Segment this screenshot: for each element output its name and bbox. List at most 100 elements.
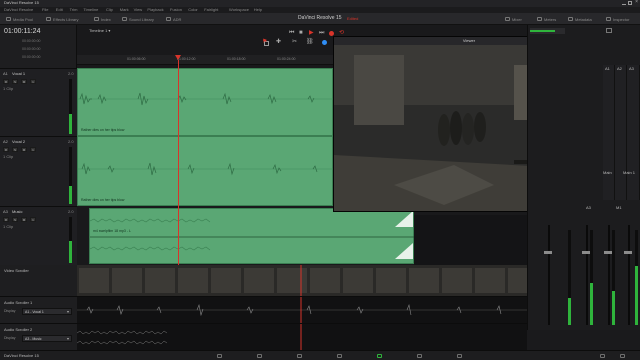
track-name[interactable]: Vocal 1 — [12, 72, 25, 76]
flag-icon[interactable]: ⚑ — [262, 39, 267, 45]
fader-a2[interactable] — [582, 251, 590, 254]
deliver-page-icon[interactable] — [457, 354, 462, 358]
mixer-settings-icon[interactable] — [606, 28, 612, 33]
stop-icon[interactable]: ■ — [299, 30, 303, 36]
menu-item[interactable]: Fusion — [170, 8, 182, 12]
fader-a1[interactable] — [544, 251, 552, 254]
timeline-name-dropdown[interactable]: Timeline 1 ▾ — [89, 29, 110, 33]
settings-icon[interactable] — [620, 354, 625, 358]
mute-button[interactable]: M — [21, 79, 27, 84]
timeline-ruler[interactable]: 01:00:06:00 01:00:12:00 01:00:18:00 01:0… — [77, 55, 333, 65]
page-navigation: DaVinci Resolve 15 — [0, 350, 640, 360]
channel-button[interactable]: 1 — [30, 217, 36, 222]
marker-icon[interactable]: ✚ — [276, 39, 281, 45]
ruler-tick: 01:00:24:00 — [277, 57, 296, 61]
top-toolbar: Media Pool Effects Library Index Sound L… — [0, 13, 640, 25]
snap-toggle-icon[interactable] — [322, 40, 327, 45]
channel-button[interactable]: 1 — [30, 79, 36, 84]
audio-scroller-2-select[interactable]: A3 - Music ▾ — [22, 335, 72, 342]
fader-a3[interactable] — [604, 251, 612, 254]
menu-item[interactable]: Edit — [56, 8, 63, 12]
timecode-row: 00:00:00:00 — [22, 39, 41, 43]
menu-item[interactable]: Trim — [70, 8, 78, 12]
menu-item[interactable]: Timeline — [83, 8, 98, 12]
mixer-column-a3: A3 — [627, 65, 640, 200]
rewind-icon[interactable]: ⏮ — [289, 30, 294, 36]
meters-button[interactable]: Meters — [537, 16, 556, 22]
chevron-down-icon: ▾ — [66, 309, 69, 314]
menu-item[interactable]: Clip — [106, 8, 113, 12]
project-status: Edited — [347, 15, 359, 21]
cut-page-icon[interactable] — [257, 354, 262, 358]
audio-scroller-1-select[interactable]: A1 - Vocal 1 ▾ — [22, 308, 72, 315]
close-icon[interactable]: × — [635, 0, 638, 5]
menu-item[interactable]: Help — [254, 8, 262, 12]
inspector-button[interactable]: Inspector — [606, 16, 629, 22]
color-page-icon[interactable] — [417, 354, 422, 358]
effects-library-button[interactable]: Effects Library — [46, 16, 79, 22]
track-header-panel: 01:00:11:24 00:00:00:00 00:00:00:00 00:0… — [0, 25, 77, 265]
menu-item[interactable]: Playback — [147, 8, 163, 12]
timeline-name: Timeline 1 — [89, 28, 108, 33]
fader-bus1[interactable] — [624, 251, 632, 254]
record-arm-button[interactable]: R — [3, 217, 9, 222]
fusion-page-icon[interactable] — [337, 354, 342, 358]
clip-vocal-2[interactable]: Rather dies on her tips blow — [77, 136, 334, 206]
scroller-waveform — [76, 324, 302, 351]
clip-count: 1 Clip — [3, 86, 14, 91]
menu-item[interactable]: View — [134, 8, 143, 12]
solo-button[interactable]: S — [12, 79, 18, 84]
fast-forward-icon[interactable]: ⏭ — [319, 30, 324, 36]
track-name[interactable]: Music — [12, 210, 22, 214]
mute-button[interactable]: M — [21, 147, 27, 152]
solo-button[interactable]: S — [12, 147, 18, 152]
meters-label: Meters — [544, 16, 557, 22]
media-pool-button[interactable]: Media Pool — [6, 16, 33, 22]
menu-item[interactable]: Mark — [120, 8, 129, 12]
record-arm-button[interactable]: R — [3, 79, 9, 84]
home-icon[interactable] — [600, 354, 605, 358]
track-gain: 2.0 — [68, 139, 74, 144]
record-arm-button[interactable]: R — [3, 147, 9, 152]
track-name[interactable]: Vocal 2 — [12, 140, 25, 144]
track-meter — [69, 79, 72, 134]
clip-vocal-1[interactable]: Rather dies on her tips blow — [77, 68, 334, 136]
adr-button[interactable]: ADR — [166, 16, 181, 22]
sound-library-button[interactable]: Sound Library — [122, 16, 154, 22]
menu-item[interactable]: Workspace — [229, 8, 249, 12]
metadata-button[interactable]: Metadata — [568, 16, 592, 22]
track-id: A1 — [3, 71, 8, 76]
track-meter — [69, 217, 72, 263]
play-icon[interactable]: ▶ — [309, 30, 314, 36]
menu-item[interactable]: Fairlight — [204, 8, 218, 12]
track-header-a2[interactable]: A2 Vocal 2 2.0 R S M 1 1 Clip — [0, 136, 77, 206]
level-meter-fill — [612, 290, 615, 325]
track-header-a3[interactable]: A3 Music 2.0 R S M 1 1 Clip — [0, 206, 77, 265]
timecode-row: 00:00:00:00 — [22, 47, 41, 51]
media-page-icon[interactable] — [217, 354, 222, 358]
audio-scroller-2-wave[interactable] — [76, 323, 527, 351]
menu-item[interactable]: Color — [188, 8, 198, 12]
solo-button[interactable]: S — [12, 217, 18, 222]
mixer-button[interactable]: Mixer — [505, 16, 522, 22]
maximize-icon[interactable] — [628, 1, 632, 5]
mixer-bus-label: Main — [603, 170, 612, 175]
clip-label: Rather dies on her tips blow — [81, 197, 125, 202]
minimize-icon[interactable] — [622, 1, 626, 5]
volume-slider[interactable] — [530, 28, 565, 34]
link-icon[interactable]: ⛓ — [306, 39, 314, 45]
fader-track — [628, 225, 630, 325]
scissors-icon[interactable]: ✂ — [292, 39, 297, 45]
mute-button[interactable]: M — [21, 217, 27, 222]
audio-scroller-2-label: Audio Scroller 2 — [4, 327, 33, 332]
fairlight-page-icon[interactable] — [377, 354, 382, 358]
edit-page-icon[interactable] — [297, 354, 302, 358]
clip-music[interactable]: m4 swelpfilm 18 mp3 - L — [89, 208, 415, 264]
menu-item[interactable]: DaVinci Resolve — [4, 8, 33, 12]
audio-scroller-1-wave[interactable] — [77, 296, 527, 324]
menu-item[interactable]: File — [42, 8, 48, 12]
index-button[interactable]: Index — [94, 16, 111, 22]
track-header-a1[interactable]: A1 Vocal 1 2.0 R S M 1 1 Clip — [0, 68, 77, 136]
channel-button[interactable]: 1 — [30, 147, 36, 152]
video-scroller-strip[interactable] — [77, 265, 527, 296]
